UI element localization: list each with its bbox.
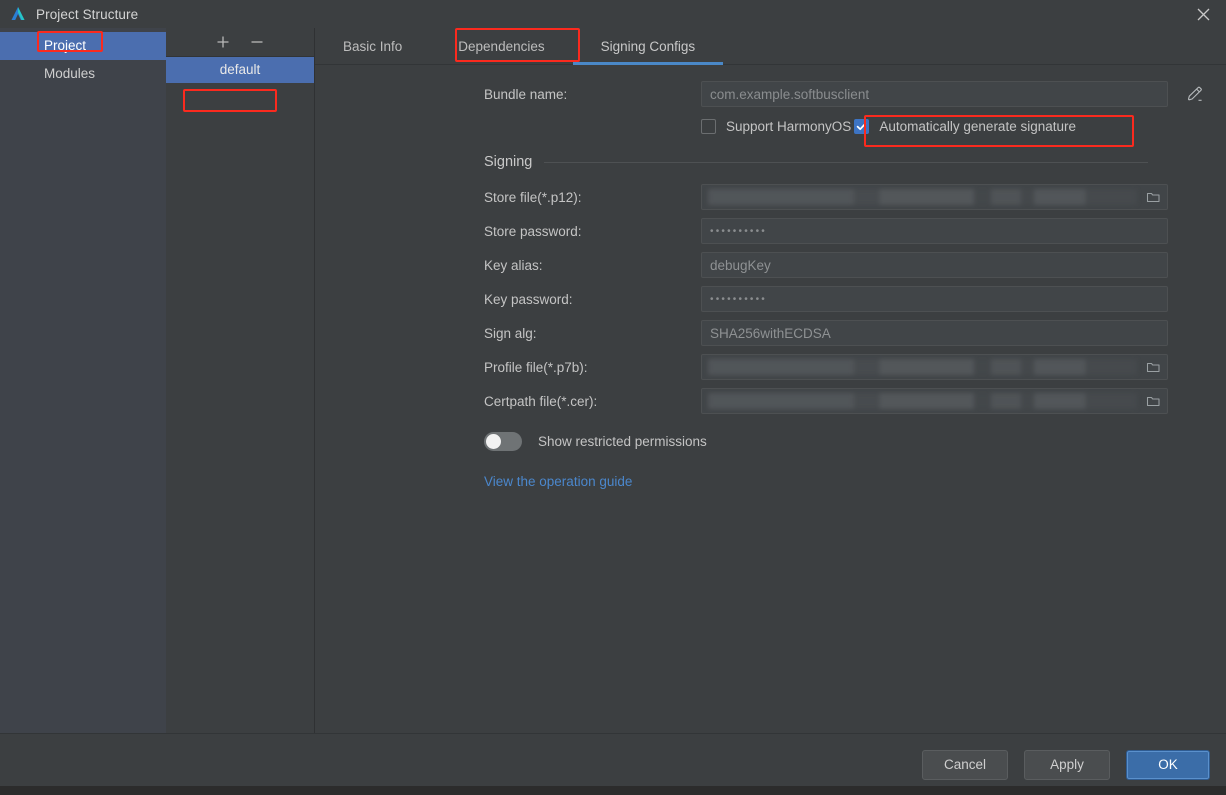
- button-label: OK: [1158, 757, 1178, 772]
- sign-alg-label: Sign alg:: [484, 326, 701, 341]
- profile-file-label: Profile file(*.p7b):: [484, 360, 701, 375]
- sidebar: Project Modules: [0, 28, 166, 733]
- redacted-value: [708, 359, 1137, 375]
- tab-basic-info[interactable]: Basic Info: [315, 28, 430, 64]
- bundle-name-label: Bundle name:: [484, 87, 701, 102]
- key-alias-input[interactable]: debugKey: [701, 252, 1168, 278]
- cancel-button[interactable]: Cancel: [922, 750, 1008, 780]
- button-label: Cancel: [944, 757, 986, 772]
- list-item-default[interactable]: default: [166, 57, 314, 83]
- key-password-label: Key password:: [484, 292, 701, 307]
- key-alias-row: Key alias: debugKey: [315, 252, 1226, 278]
- redacted-value: [708, 189, 1137, 205]
- dialog-body: Project Modules defa: [0, 28, 1226, 733]
- certpath-file-label: Certpath file(*.cer):: [484, 394, 701, 409]
- store-password-value: ••••••••••: [710, 226, 767, 237]
- key-password-input[interactable]: ••••••••••: [701, 286, 1168, 312]
- support-harmonyos-label: Support HarmonyOS: [726, 119, 851, 134]
- key-password-value: ••••••••••: [710, 294, 767, 305]
- certpath-file-input[interactable]: [701, 388, 1168, 414]
- checkbox-row: Support HarmonyOS Automatically generate…: [315, 119, 1226, 134]
- signing-section-header: Signing: [315, 154, 1226, 170]
- key-alias-label: Key alias:: [484, 258, 701, 273]
- close-icon[interactable]: [1180, 0, 1226, 28]
- store-password-row: Store password: •••••••••• ?: [315, 218, 1226, 244]
- signing-section-title: Signing: [484, 154, 532, 170]
- profile-file-input[interactable]: [701, 354, 1168, 380]
- auto-generate-signature-checkbox[interactable]: [854, 119, 869, 134]
- tab-label: Basic Info: [343, 39, 402, 54]
- sidebar-item-project[interactable]: Project: [0, 32, 166, 60]
- main-panel: Basic Info Dependencies Signing Configs …: [315, 28, 1226, 733]
- plus-icon[interactable]: [215, 34, 231, 50]
- tab-bar: Basic Info Dependencies Signing Configs: [315, 28, 1226, 65]
- config-list-toolbar: [166, 28, 314, 57]
- certpath-file-row: Certpath file(*.cer):: [315, 388, 1226, 414]
- taskbar-sliver: [0, 786, 1226, 795]
- operation-guide-row: View the operation guide: [315, 473, 1226, 491]
- minus-icon[interactable]: [249, 34, 265, 50]
- apply-button[interactable]: Apply: [1024, 750, 1110, 780]
- sidebar-item-modules[interactable]: Modules: [0, 60, 166, 88]
- tab-label: Signing Configs: [601, 39, 696, 54]
- profile-file-row: Profile file(*.p7b):: [315, 354, 1226, 380]
- project-structure-dialog: Project Structure Project Modules: [0, 0, 1226, 795]
- store-password-label: Store password:: [484, 224, 701, 239]
- sign-alg-input[interactable]: SHA256withECDSA: [701, 320, 1168, 346]
- sign-alg-row: Sign alg: SHA256withECDSA: [315, 320, 1226, 346]
- key-alias-value: debugKey: [710, 258, 771, 273]
- show-restricted-permissions-toggle[interactable]: [484, 432, 522, 451]
- store-file-row: Store file(*.p12):: [315, 184, 1226, 210]
- show-restricted-permissions-label: Show restricted permissions: [538, 434, 707, 449]
- auto-generate-signature-label: Automatically generate signature: [879, 119, 1076, 134]
- tab-label: Dependencies: [458, 39, 544, 54]
- title-bar: Project Structure: [0, 0, 1226, 28]
- pencil-icon[interactable]: [1184, 83, 1206, 105]
- section-divider: [544, 162, 1148, 163]
- bundle-name-value: com.example.softbusclient: [710, 87, 869, 102]
- folder-icon[interactable]: [1146, 394, 1161, 408]
- sidebar-item-label: Project: [44, 38, 86, 53]
- key-password-row: Key password: •••••••••• ?: [315, 286, 1226, 312]
- show-restricted-permissions-row: Show restricted permissions: [315, 432, 1226, 451]
- sign-alg-value: SHA256withECDSA: [710, 326, 831, 341]
- list-item-label: default: [220, 62, 261, 77]
- sidebar-item-label: Modules: [44, 66, 95, 81]
- window-title: Project Structure: [36, 7, 138, 22]
- toggle-knob: [486, 434, 501, 449]
- ok-button[interactable]: OK: [1126, 750, 1210, 780]
- store-password-input[interactable]: ••••••••••: [701, 218, 1168, 244]
- deveco-logo-icon: [8, 4, 28, 24]
- store-file-label: Store file(*.p12):: [484, 190, 701, 205]
- signing-config-list-panel: default: [166, 28, 315, 733]
- bundle-name-input[interactable]: com.example.softbusclient: [701, 81, 1168, 107]
- button-label: Apply: [1050, 757, 1084, 772]
- store-file-input[interactable]: [701, 184, 1168, 210]
- tab-dependencies[interactable]: Dependencies: [430, 28, 572, 64]
- tab-signing-configs[interactable]: Signing Configs: [573, 28, 724, 64]
- folder-icon[interactable]: [1146, 360, 1161, 374]
- signing-configs-form: Bundle name: com.example.softbusclient: [315, 65, 1226, 733]
- support-harmonyos-checkbox[interactable]: [701, 119, 716, 134]
- folder-icon[interactable]: [1146, 190, 1161, 204]
- bundle-name-row: Bundle name: com.example.softbusclient: [315, 81, 1226, 107]
- operation-guide-link[interactable]: View the operation guide: [484, 474, 632, 489]
- redacted-value: [708, 393, 1137, 409]
